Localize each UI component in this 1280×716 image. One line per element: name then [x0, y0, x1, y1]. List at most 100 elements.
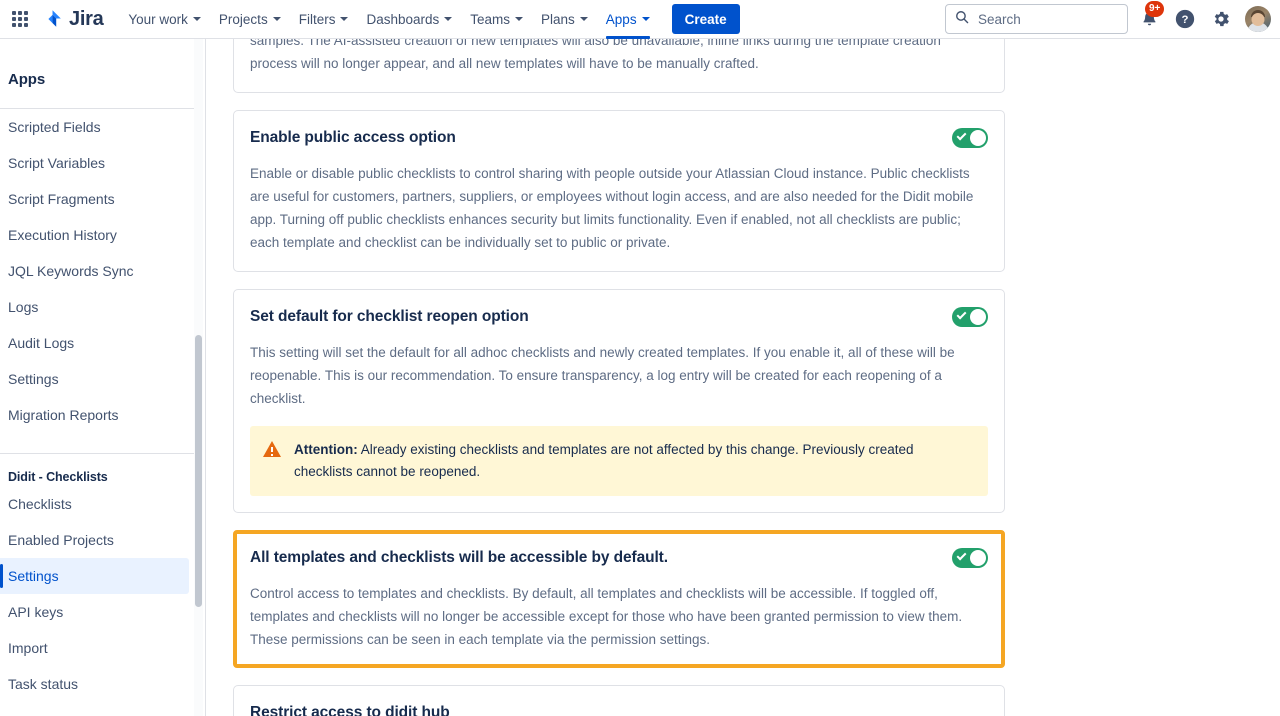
create-button[interactable]: Create — [671, 4, 740, 34]
attention-text: Attention: Already existing checklists a… — [294, 439, 974, 482]
toggle-all-templates-accessible-default[interactable] — [952, 547, 988, 568]
card-description: This setting will set the default for al… — [250, 344, 955, 407]
card-title: Restrict access to didit hub — [250, 704, 450, 716]
card-enable-public-access: Enable public access option Enable or di… — [233, 109, 1005, 272]
nav-right-actions: 9+ ? — [945, 1, 1280, 34]
help-circle-icon: ? — [1175, 9, 1195, 29]
chevron-down-icon — [444, 17, 453, 21]
attention-banner: Attention: Already existing checklists a… — [250, 426, 988, 496]
chevron-down-icon — [272, 17, 281, 21]
nav-item-projects[interactable]: Projects — [210, 0, 290, 39]
help-button[interactable]: ? — [1170, 4, 1200, 34]
user-avatar[interactable] — [1245, 6, 1271, 32]
sidebar-item-label: Script Fragments — [8, 191, 115, 207]
sidebar-item-enabled-projects[interactable]: Enabled Projects — [0, 522, 189, 558]
sidebar-item-logs[interactable]: Logs — [0, 289, 189, 325]
chevron-down-icon — [515, 17, 524, 21]
sidebar-item-label: Import — [8, 640, 48, 656]
sidebar-item-script-fragments[interactable]: Script Fragments — [0, 181, 189, 217]
attention-body: Already existing checklists and template… — [294, 442, 914, 480]
nav-item-teams[interactable]: Teams — [461, 0, 532, 39]
card-description: Control access to templates and checklis… — [250, 585, 963, 648]
sidebar-item-task-status[interactable]: Task status — [0, 666, 189, 702]
nav-label: Filters — [298, 11, 336, 27]
jira-home-logo[interactable]: Jira — [42, 7, 104, 31]
sidebar-item-label: JQL Keywords Sync — [8, 263, 134, 279]
sidebar-item-api-keys[interactable]: API keys — [0, 594, 189, 630]
sidebar-item-label: Migration Reports — [8, 407, 119, 423]
card-title: All templates and checklists will be acc… — [250, 548, 668, 566]
search-icon — [955, 10, 969, 29]
toggle-knob — [970, 308, 986, 325]
sidebar-item-scripted-fields[interactable]: Scripted Fields — [0, 109, 189, 145]
main-content-area: You will no longer be able to type in in… — [207, 39, 1280, 716]
card-description: You will no longer be able to type in in… — [250, 39, 941, 72]
toggle-knob — [970, 129, 986, 146]
sidebar-item-label: Script Variables — [8, 155, 106, 171]
nav-label: Your work — [128, 11, 188, 27]
sidebar-group-scriptrunner: Scripted Fields Script Variables Script … — [0, 109, 205, 433]
card-all-templates-accessible-default: All templates and checklists will be acc… — [233, 529, 1005, 669]
nav-label: Apps — [605, 11, 637, 27]
nav-item-filters[interactable]: Filters — [290, 0, 358, 39]
sidebar-item-label: Settings — [8, 568, 59, 584]
settings-button[interactable] — [1206, 4, 1236, 34]
check-icon — [956, 550, 967, 561]
sidebar-item-label: Checklists — [8, 496, 72, 512]
avatar-face — [1251, 13, 1265, 26]
jira-mark-icon — [42, 8, 64, 30]
sidebar-item-checklists[interactable]: Checklists — [0, 486, 189, 522]
sidebar-scrollbar-thumb[interactable] — [195, 335, 202, 607]
toggle-checklist-reopen-default[interactable] — [952, 306, 988, 327]
nav-label: Projects — [218, 11, 268, 27]
svg-text:?: ? — [1182, 14, 1189, 26]
chevron-down-icon — [340, 17, 349, 21]
gear-icon — [1214, 11, 1229, 27]
card-header: Restrict access to didit hub — [250, 702, 988, 716]
sidebar-item-settings-scriptrunner[interactable]: Settings — [0, 361, 189, 397]
sidebar-item-migration-reports[interactable]: Migration Reports — [0, 397, 189, 433]
card-restrict-access-didit-hub: Restrict access to didit hub — [233, 685, 1005, 716]
check-icon — [956, 309, 967, 320]
sidebar-item-label: API keys — [8, 604, 64, 620]
card-ai-generator: You will no longer be able to type in in… — [233, 39, 1005, 93]
card-checklist-reopen-default: Set default for checklist reopen option … — [233, 288, 1005, 513]
card-header: Set default for checklist reopen option — [250, 306, 988, 327]
left-sidebar: Apps Scripted Fields Script Variables Sc… — [0, 39, 206, 716]
card-title: Set default for checklist reopen option — [250, 307, 529, 325]
search-box[interactable] — [945, 4, 1128, 34]
card-header: Enable public access option — [250, 127, 988, 148]
nav-item-apps[interactable]: Apps — [597, 0, 659, 39]
chevron-down-icon — [192, 17, 201, 21]
toggle-enable-public-access[interactable] — [952, 127, 988, 148]
sidebar-item-label: Settings — [8, 371, 59, 387]
sidebar-title: Apps — [8, 71, 46, 88]
nav-label: Teams — [470, 11, 511, 27]
notification-badge: 9+ — [1145, 1, 1165, 17]
nav-item-dashboards[interactable]: Dashboards — [357, 0, 461, 39]
sidebar-item-script-variables[interactable]: Script Variables — [0, 145, 189, 181]
notifications-button[interactable]: 9+ — [1134, 1, 1165, 34]
sidebar-item-label: Scripted Fields — [8, 119, 101, 135]
card-description: Enable or disable public checklists to c… — [250, 165, 974, 251]
sidebar-item-audit-logs[interactable]: Audit Logs — [0, 325, 189, 361]
check-icon — [956, 130, 967, 141]
grid-apps-icon[interactable] — [8, 7, 32, 31]
sidebar-section-didit-checklists: Didit - Checklists — [8, 470, 108, 484]
sidebar-item-settings[interactable]: Settings — [0, 558, 189, 594]
jira-wordmark: Jira — [69, 7, 104, 30]
search-input[interactable] — [976, 10, 1116, 28]
sidebar-item-jql-keywords-sync[interactable]: JQL Keywords Sync — [0, 253, 189, 289]
nav-item-your-work[interactable]: Your work — [119, 0, 210, 39]
top-navigation-bar: Jira Your work Projects Filters Dashboar… — [0, 0, 1280, 39]
sidebar-item-execution-history[interactable]: Execution History — [0, 217, 189, 253]
nav-label: Plans — [541, 11, 575, 27]
card-header: All templates and checklists will be acc… — [250, 547, 988, 568]
settings-card-list: You will no longer be able to type in in… — [233, 39, 1005, 716]
sidebar-item-import[interactable]: Import — [0, 630, 189, 666]
nav-item-plans[interactable]: Plans — [532, 0, 597, 39]
primary-nav-items: Your work Projects Filters Dashboards Te… — [119, 0, 740, 39]
nav-label: Dashboards — [366, 11, 440, 27]
sidebar-item-label: Task status — [8, 676, 79, 692]
attention-label: Attention: — [294, 442, 358, 458]
